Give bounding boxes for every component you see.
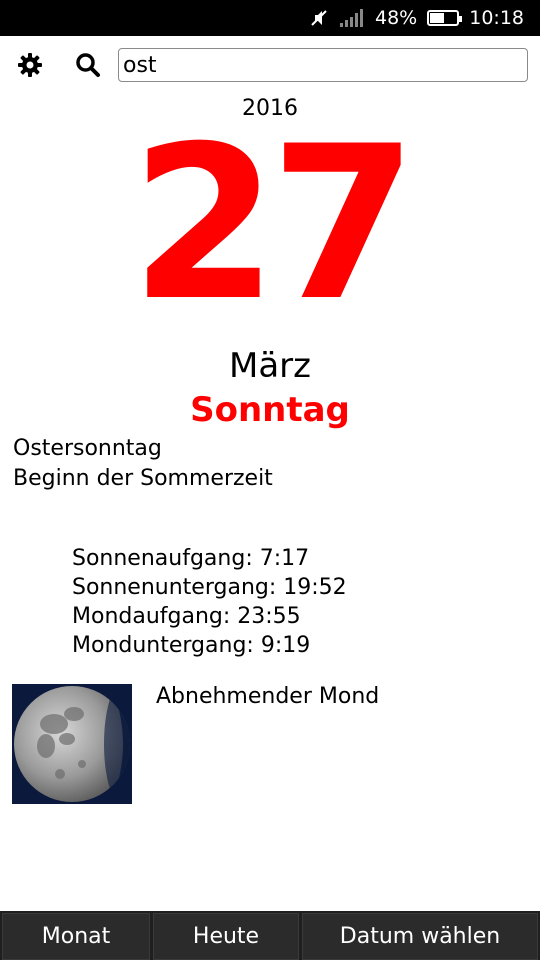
holiday-item: Beginn der Sommerzeit (13, 466, 273, 491)
moon-phase-label: Abnehmender Mond (156, 684, 380, 709)
moonset-time: Monduntergang: 9:19 (72, 633, 311, 658)
moon-phase-image (12, 684, 132, 804)
holiday-item: Ostersonntag (13, 436, 162, 461)
mute-icon (309, 8, 329, 28)
holiday-list: Ostersonntag Beginn der Sommerzeit (13, 434, 273, 494)
month-button[interactable]: Monat (2, 913, 150, 960)
sunrise-time: Sonnenaufgang: 7:17 (72, 546, 310, 571)
settings-button[interactable] (13, 50, 47, 84)
day-number: 27 (130, 100, 417, 347)
moonrise-time: Mondaufgang: 23:55 (72, 604, 301, 629)
battery-icon (427, 10, 463, 26)
signal-icon (339, 9, 365, 27)
toolbar (0, 36, 540, 100)
search-input[interactable] (118, 48, 528, 82)
battery-fill (430, 13, 444, 23)
weekday-label: Sonntag (190, 390, 350, 430)
clock: 10:18 (469, 7, 524, 29)
gear-icon (17, 52, 43, 82)
bottom-nav: Monat Heute Datum wählen (0, 911, 540, 960)
sun-moon-times: Sonnenaufgang: 7:17 Sonnenuntergang: 19:… (72, 544, 347, 660)
search-button[interactable] (71, 50, 105, 84)
status-bar-right: 48% 10:18 (309, 0, 524, 36)
month-label: März (229, 346, 311, 386)
sunset-time: Sonnenuntergang: 19:52 (72, 575, 347, 600)
today-button[interactable]: Heute (153, 913, 299, 960)
search-icon (75, 52, 101, 82)
battery-percent: 48% (375, 7, 418, 29)
status-bar: 48% 10:18 (0, 0, 540, 36)
moon-phase-icon (12, 684, 132, 808)
choose-date-button[interactable]: Datum wählen (302, 913, 538, 960)
